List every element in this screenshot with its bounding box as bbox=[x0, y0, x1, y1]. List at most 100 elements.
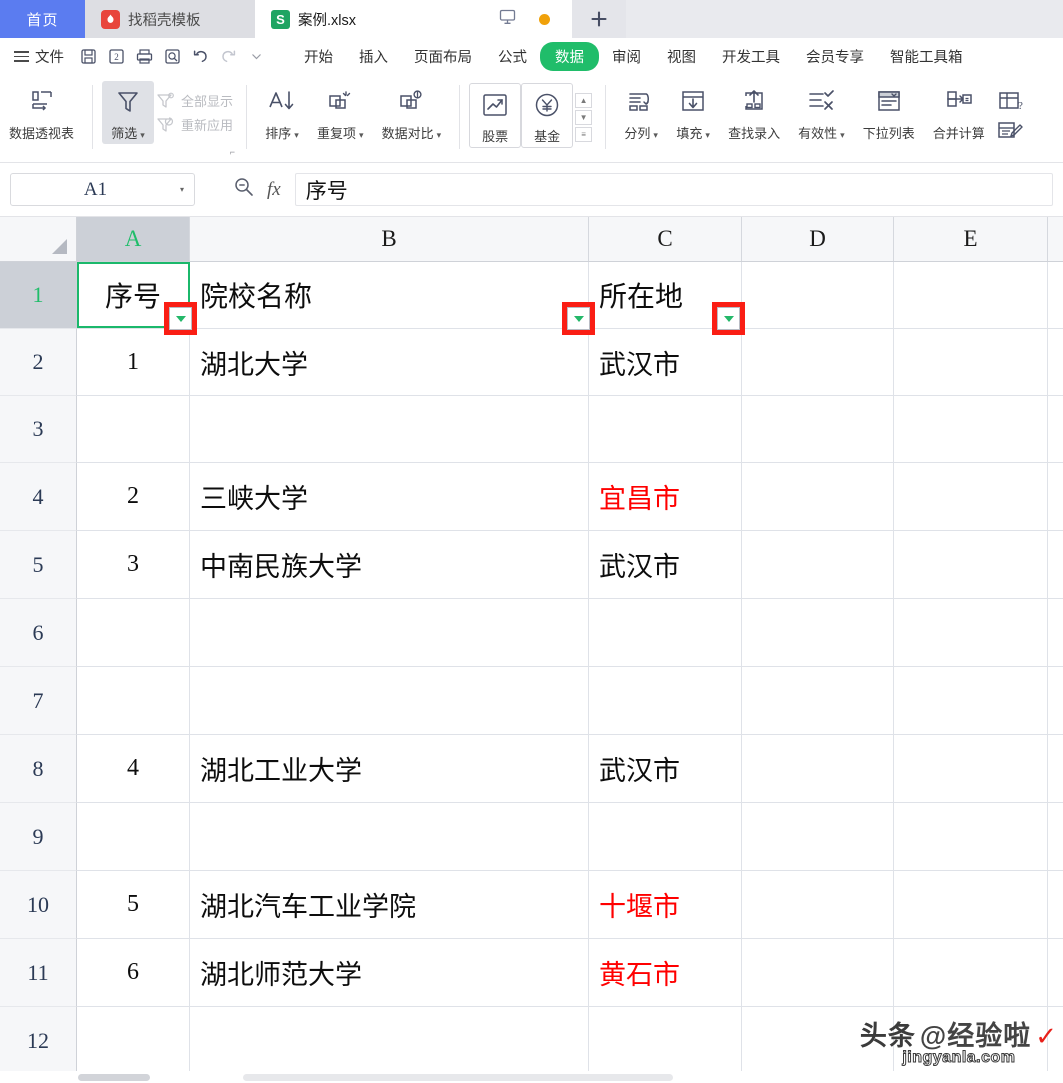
select-all-corner[interactable] bbox=[0, 217, 77, 261]
filter-dropdown-B1[interactable] bbox=[567, 307, 590, 330]
cell-E1[interactable] bbox=[894, 262, 1048, 328]
tab-home[interactable]: 首页 bbox=[0, 0, 85, 38]
gallery-scroll-down-icon[interactable]: ▼ bbox=[575, 110, 593, 125]
cell-B1[interactable]: 院校名称 bbox=[190, 262, 589, 328]
cell-B7[interactable] bbox=[190, 667, 589, 734]
row-header-11[interactable]: 11 bbox=[0, 939, 77, 1007]
tab-developer-tools[interactable]: 开发工具 bbox=[709, 42, 793, 71]
validity-button[interactable]: 有效性 ▾ bbox=[789, 81, 854, 142]
cell-F7[interactable] bbox=[1048, 667, 1063, 734]
save-as-icon[interactable]: 2 bbox=[104, 44, 129, 69]
cell-F6[interactable] bbox=[1048, 599, 1063, 666]
new-tab-button[interactable] bbox=[572, 0, 626, 38]
cell-B9[interactable] bbox=[190, 803, 589, 870]
undo-icon[interactable] bbox=[188, 44, 213, 69]
cell-B4[interactable]: 三峡大学 bbox=[190, 463, 589, 530]
cell-A4[interactable]: 2 bbox=[77, 463, 190, 530]
tab-find-template[interactable]: 找稻壳模板 bbox=[85, 0, 255, 38]
cell-A3[interactable] bbox=[77, 396, 190, 462]
cell-D3[interactable] bbox=[742, 396, 894, 462]
cell-A2[interactable]: 1 bbox=[77, 329, 190, 395]
cell-D9[interactable] bbox=[742, 803, 894, 870]
cell-A6[interactable] bbox=[77, 599, 190, 666]
cell-A8[interactable]: 4 bbox=[77, 735, 190, 802]
gallery-expand-icon[interactable]: ≡ bbox=[575, 127, 593, 142]
column-header-C[interactable]: C bbox=[589, 217, 742, 261]
cell-D12[interactable] bbox=[742, 1007, 894, 1074]
column-header-D[interactable]: D bbox=[742, 217, 894, 261]
finance-gallery-scroll[interactable]: ▲ ▼ ≡ bbox=[573, 81, 596, 142]
row-header-8[interactable]: 8 bbox=[0, 735, 77, 803]
formula-input[interactable]: 序号 bbox=[294, 173, 1053, 206]
sort-button[interactable]: 排序 ▾ bbox=[256, 81, 308, 142]
cell-C2[interactable]: 武汉市 bbox=[589, 329, 742, 395]
row-header-4[interactable]: 4 bbox=[0, 463, 77, 531]
tab-workbook-file[interactable]: S 案例.xlsx bbox=[255, 0, 440, 38]
cell-B3[interactable] bbox=[190, 396, 589, 462]
cell-F9[interactable] bbox=[1048, 803, 1063, 870]
gallery-scroll-up-icon[interactable]: ▲ bbox=[575, 93, 593, 108]
cell-D7[interactable] bbox=[742, 667, 894, 734]
filter-dialog-launcher-icon[interactable]: ⌐ bbox=[230, 147, 235, 157]
cell-C11[interactable]: 黄石市 bbox=[589, 939, 742, 1006]
cell-F10[interactable] bbox=[1048, 871, 1063, 938]
column-header-B[interactable]: B bbox=[190, 217, 589, 261]
cell-E6[interactable] bbox=[894, 599, 1048, 666]
tab-smart-toolbox[interactable]: 智能工具箱 bbox=[877, 42, 976, 71]
cell-C12[interactable] bbox=[589, 1007, 742, 1074]
cell-A11[interactable]: 6 bbox=[77, 939, 190, 1006]
merge-calc-button[interactable]: 合并计算 bbox=[924, 81, 994, 142]
cell-A7[interactable] bbox=[77, 667, 190, 734]
fill-button[interactable]: 填充 ▾ bbox=[667, 81, 719, 142]
name-box[interactable]: A1 ▾ bbox=[10, 173, 195, 206]
data-compare-button[interactable]: 数据对比 ▾ bbox=[373, 81, 451, 142]
cell-D10[interactable] bbox=[742, 871, 894, 938]
cell-C8[interactable]: 武汉市 bbox=[589, 735, 742, 802]
cell-B8[interactable]: 湖北工业大学 bbox=[190, 735, 589, 802]
tab-page-layout[interactable]: 页面布局 bbox=[401, 42, 485, 71]
monitor-icon[interactable] bbox=[498, 7, 517, 31]
column-header-A[interactable]: A bbox=[77, 217, 190, 261]
pivot-table-button[interactable]: 数据透视表 bbox=[0, 81, 83, 142]
cell-A9[interactable] bbox=[77, 803, 190, 870]
cell-F1[interactable] bbox=[1048, 262, 1063, 328]
more-data-tools-button[interactable]: ? bbox=[994, 81, 1026, 145]
show-all-button[interactable]: 全部显示 bbox=[156, 91, 233, 110]
cell-B5[interactable]: 中南民族大学 bbox=[190, 531, 589, 598]
cell-A10[interactable]: 5 bbox=[77, 871, 190, 938]
column-header-E[interactable]: E bbox=[894, 217, 1048, 261]
reapply-button[interactable]: 重新应用 bbox=[156, 115, 233, 134]
row-header-7[interactable]: 7 bbox=[0, 667, 77, 735]
dropdown-list-button[interactable]: 下拉列表 bbox=[854, 81, 924, 142]
tab-view[interactable]: 视图 bbox=[654, 42, 709, 71]
horizontal-scrollbar[interactable] bbox=[0, 1071, 1063, 1083]
cell-E9[interactable] bbox=[894, 803, 1048, 870]
filter-button[interactable]: 筛选 ▾ bbox=[102, 81, 155, 144]
cell-F8[interactable] bbox=[1048, 735, 1063, 802]
cell-D8[interactable] bbox=[742, 735, 894, 802]
lookup-entry-button[interactable]: 查找录入 bbox=[719, 81, 789, 142]
tab-start[interactable]: 开始 bbox=[291, 42, 346, 71]
filter-dropdown-A1[interactable] bbox=[169, 307, 192, 330]
cell-B11[interactable]: 湖北师范大学 bbox=[190, 939, 589, 1006]
cell-C6[interactable] bbox=[589, 599, 742, 666]
cell-D2[interactable] bbox=[742, 329, 894, 395]
tab-data[interactable]: 数据 bbox=[540, 42, 599, 71]
scrollbar-thumb-left[interactable] bbox=[78, 1074, 150, 1081]
stock-button[interactable]: 股票 bbox=[469, 83, 522, 148]
filter-dropdown-C1[interactable] bbox=[717, 307, 740, 330]
print-icon[interactable] bbox=[132, 44, 157, 69]
cell-E11[interactable] bbox=[894, 939, 1048, 1006]
cell-D1[interactable] bbox=[742, 262, 894, 328]
tab-formula[interactable]: 公式 bbox=[485, 42, 540, 71]
row-header-2[interactable]: 2 bbox=[0, 329, 77, 396]
row-header-10[interactable]: 10 bbox=[0, 871, 77, 939]
cell-F2[interactable] bbox=[1048, 329, 1063, 395]
cell-E10[interactable] bbox=[894, 871, 1048, 938]
zoom-search-icon[interactable] bbox=[233, 176, 255, 203]
chevron-down-icon[interactable]: ▾ bbox=[180, 185, 194, 194]
cell-D5[interactable] bbox=[742, 531, 894, 598]
row-header-9[interactable]: 9 bbox=[0, 803, 77, 871]
cell-A5[interactable]: 3 bbox=[77, 531, 190, 598]
cell-E12[interactable] bbox=[894, 1007, 1048, 1074]
